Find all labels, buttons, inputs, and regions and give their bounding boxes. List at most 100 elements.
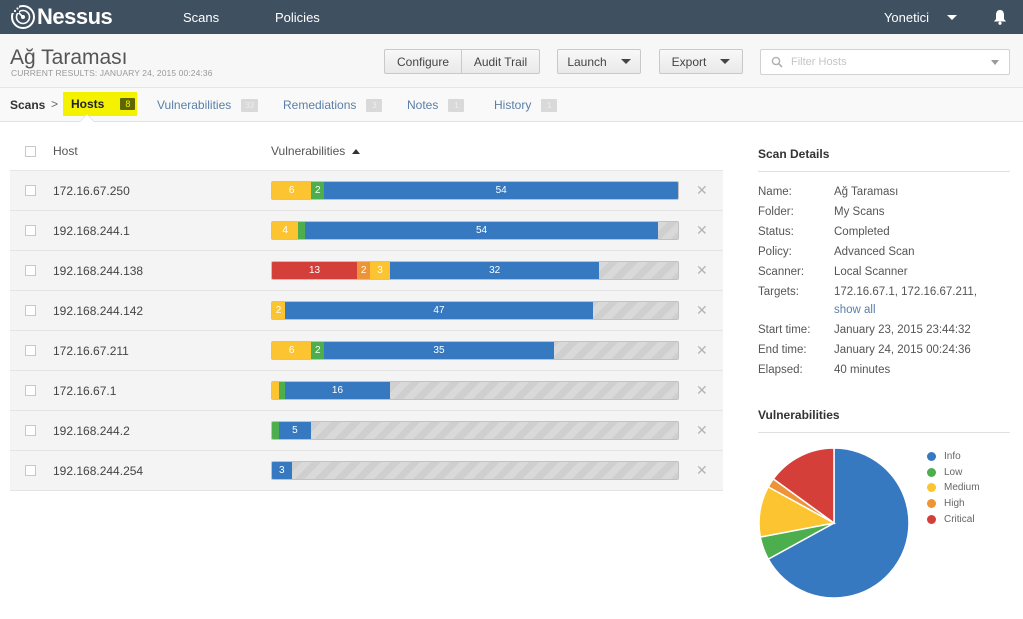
severity-segment-info[interactable]: 35 [324, 342, 554, 359]
remove-host-icon[interactable]: ✕ [696, 423, 708, 437]
row-checkbox[interactable] [25, 305, 36, 316]
filter-hosts-field[interactable] [760, 49, 1010, 75]
legend-label: Info [944, 451, 961, 463]
legend-item-critical[interactable]: Critical [927, 511, 980, 527]
vulnerability-bar[interactable]: 5 [271, 421, 679, 440]
severity-segment-info[interactable]: 3 [272, 462, 292, 479]
remove-host-icon[interactable]: ✕ [696, 383, 708, 397]
table-row[interactable]: 192.168.244.142 2 47 ✕ [10, 291, 723, 331]
audit-trail-button[interactable]: Audit Trail [462, 49, 540, 74]
remove-host-icon[interactable]: ✕ [696, 303, 708, 317]
tab-history[interactable]: History 1 [494, 98, 558, 112]
host-ip[interactable]: 192.168.244.1 [53, 224, 130, 238]
tab-remediations[interactable]: Remediations 3 [283, 98, 383, 112]
row-checkbox[interactable] [25, 225, 36, 236]
vulnerability-bar[interactable]: 2 47 [271, 301, 679, 320]
row-checkbox[interactable] [25, 465, 36, 476]
remove-host-icon[interactable]: ✕ [696, 263, 708, 277]
severity-segment-low[interactable]: 2 [311, 342, 325, 359]
column-vulnerabilities[interactable]: Vulnerabilities [271, 144, 361, 158]
table-row[interactable]: 172.16.67.250 6 2 54 ✕ [10, 171, 723, 211]
host-ip[interactable]: 192.168.244.2 [53, 424, 130, 438]
launch-button[interactable]: Launch [557, 49, 641, 74]
vulnerability-bar[interactable]: 6 2 54 [271, 181, 679, 200]
severity-segment-medium[interactable]: 6 [272, 182, 312, 199]
export-label: Export [671, 54, 707, 69]
severity-segment-medium[interactable]: 3 [370, 262, 390, 279]
severity-segment-info[interactable]: 54 [304, 222, 659, 239]
tab-notes[interactable]: Notes 1 [407, 98, 465, 112]
legend-item-info[interactable]: Info [927, 449, 980, 465]
filter-dropdown-icon[interactable] [991, 60, 999, 65]
severity-segment-info[interactable]: 32 [389, 262, 600, 279]
severity-segment-medium[interactable]: 4 [272, 222, 299, 239]
severity-segment-info[interactable]: 16 [285, 382, 390, 399]
table-row[interactable]: 192.168.244.254 3 ✕ [10, 451, 723, 491]
select-all-checkbox[interactable] [25, 146, 36, 157]
severity-segment-medium[interactable]: 6 [272, 342, 312, 359]
row-checkbox[interactable] [25, 265, 36, 276]
nav-policies[interactable]: Policies [275, 10, 320, 25]
detail-value: January 23, 2015 23:44:32 [834, 320, 1010, 340]
detail-value-text: Local Scanner [834, 266, 908, 278]
export-button[interactable]: Export [659, 49, 743, 74]
remove-host-icon[interactable]: ✕ [696, 223, 708, 237]
severity-segment-high[interactable]: 2 [357, 262, 371, 279]
vulnerabilities-chart-title: Vulnerabilities [758, 408, 1010, 433]
detail-key: Targets: [758, 286, 799, 298]
tab-vulnerabilities[interactable]: Vulnerabilities 33 [157, 98, 259, 112]
severity-segment-medium[interactable]: 2 [272, 302, 286, 319]
tab-bar: Scans > Hosts 8 Vulnerabilities 33 Remed… [0, 88, 1023, 122]
app-name: Nessus [37, 4, 113, 29]
row-checkbox[interactable] [25, 345, 36, 356]
tab-remediations-label: Remediations [283, 98, 357, 112]
severity-segment-low[interactable]: 2 [311, 182, 325, 199]
vulnerability-bar[interactable]: 3 [271, 461, 679, 480]
tab-notes-label: Notes [407, 98, 439, 112]
remove-host-icon[interactable]: ✕ [696, 183, 708, 197]
table-row[interactable]: 192.168.244.138 13 2 3 32 ✕ [10, 251, 723, 291]
host-ip[interactable]: 172.16.67.211 [53, 344, 129, 358]
tab-hosts[interactable]: Hosts 8 [63, 92, 137, 116]
scan-detail-row: Folder: My Scans [758, 202, 1010, 222]
filter-hosts-input[interactable] [791, 56, 981, 68]
row-checkbox[interactable] [25, 185, 36, 196]
breadcrumb-scans[interactable]: Scans [10, 98, 45, 112]
legend-item-high[interactable]: High [927, 496, 980, 512]
host-ip[interactable]: 192.168.244.254 [53, 464, 143, 478]
vulnerability-bar[interactable]: 16 [271, 381, 679, 400]
table-row[interactable]: 172.16.67.211 6 2 35 ✕ [10, 331, 723, 371]
table-row[interactable]: 192.168.244.1 4 54 ✕ [10, 211, 723, 251]
detail-key: Status: [758, 226, 794, 238]
remove-host-icon[interactable]: ✕ [696, 343, 708, 357]
user-menu[interactable]: Yonetici [884, 10, 957, 25]
host-ip[interactable]: 192.168.244.138 [53, 264, 143, 278]
row-checkbox[interactable] [25, 385, 36, 396]
show-all-targets-link[interactable]: show all [834, 302, 1010, 318]
remove-host-icon[interactable]: ✕ [696, 463, 708, 477]
tab-remediations-count: 3 [366, 98, 383, 112]
nessus-logo[interactable]: Nessus [10, 4, 113, 30]
severity-segment-info[interactable]: 54 [324, 182, 678, 199]
vulnerability-bar[interactable]: 6 2 35 [271, 341, 679, 360]
vulnerability-bar[interactable]: 4 54 [271, 221, 679, 240]
detail-key: Elapsed: [758, 364, 803, 376]
notifications-bell-icon[interactable] [993, 9, 1007, 25]
column-host[interactable]: Host [53, 144, 78, 158]
row-checkbox[interactable] [25, 425, 36, 436]
severity-segment-info[interactable]: 47 [285, 302, 593, 319]
host-ip[interactable]: 172.16.67.1 [53, 384, 116, 398]
table-row[interactable]: 192.168.244.2 5 ✕ [10, 411, 723, 451]
configure-button[interactable]: Configure [384, 49, 462, 74]
severity-segment-critical[interactable]: 13 [272, 262, 358, 279]
legend-item-low[interactable]: Low [927, 465, 980, 481]
severity-segment-info[interactable]: 5 [278, 422, 312, 439]
scan-detail-row: Policy: Advanced Scan [758, 242, 1010, 262]
table-row[interactable]: 172.16.67.1 16 ✕ [10, 371, 723, 411]
vulnerability-bar[interactable]: 13 2 3 32 [271, 261, 679, 280]
nav-scans[interactable]: Scans [183, 10, 219, 25]
detail-value-text: 40 minutes [834, 364, 891, 376]
legend-item-medium[interactable]: Medium [927, 480, 980, 496]
host-ip[interactable]: 172.16.67.250 [53, 184, 130, 198]
host-ip[interactable]: 192.168.244.142 [53, 304, 143, 318]
